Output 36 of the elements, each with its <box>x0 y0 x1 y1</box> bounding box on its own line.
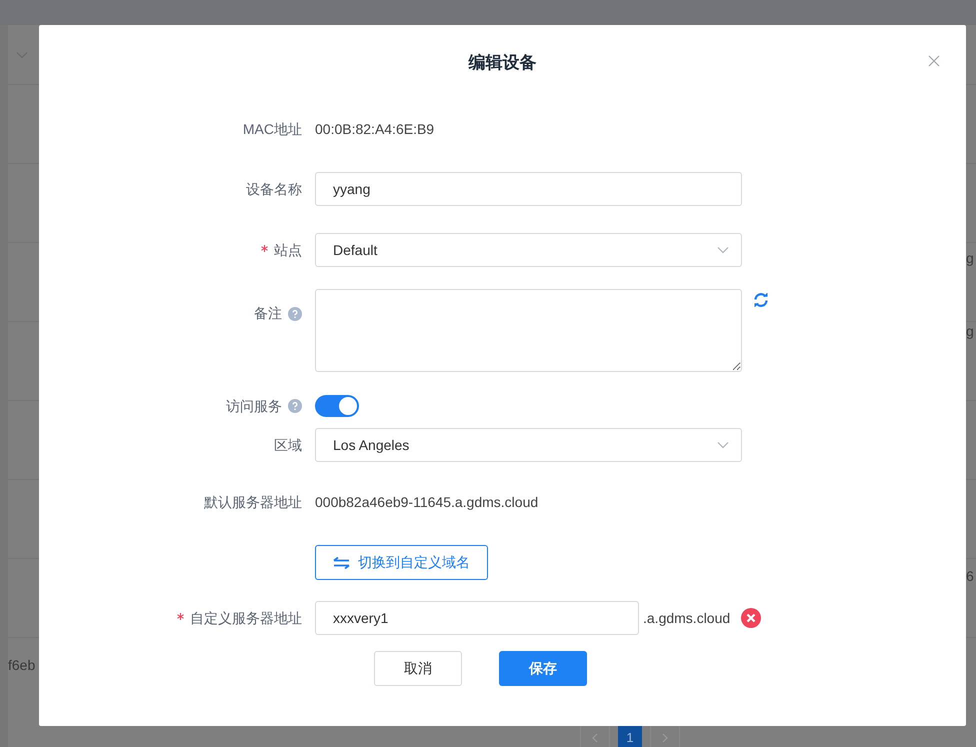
switch-domain-button[interactable]: 切换到自定义域名 <box>315 545 488 580</box>
swap-arrows-icon <box>333 556 350 568</box>
clear-icon[interactable] <box>741 608 762 628</box>
refresh-icon[interactable] <box>753 293 769 307</box>
page-button[interactable]: 1 <box>618 725 642 747</box>
toggle-switch[interactable] <box>315 395 359 417</box>
field-value: 000b82a46eb9-11645.a.gdms.cloud <box>315 492 538 512</box>
chevron-down-icon <box>717 246 729 254</box>
select-field[interactable]: Los Angeles <box>315 428 742 462</box>
table-cell-text: 6 <box>966 567 974 586</box>
select-field[interactable]: Default <box>315 233 742 267</box>
dialog-title: 编辑设备 <box>468 52 536 74</box>
field-value: 00:0B:82:A4:6E:B9 <box>315 120 434 138</box>
save-button[interactable]: 保存 <box>499 651 587 686</box>
domain-suffix: .a.gdms.cloud <box>643 608 730 628</box>
close-icon[interactable] <box>928 55 940 67</box>
next-page-button[interactable] <box>650 725 680 747</box>
text-field[interactable]: xxxvery1 <box>315 601 639 635</box>
field-label: 自定义服务器地址 <box>190 608 302 628</box>
field-label: 默认服务器地址 <box>204 492 302 512</box>
field-label: MAC地址 <box>242 120 302 138</box>
field-label: 站点 <box>274 240 302 260</box>
field-label: 备注 <box>254 304 282 323</box>
text-field[interactable]: yyang <box>315 172 742 206</box>
table-cell: f6eb <box>8 657 36 673</box>
chevron-down-icon <box>717 441 729 449</box>
table-cell-text: g <box>966 249 974 268</box>
field-label: 访问服务 <box>226 396 282 416</box>
field-label: 区域 <box>274 436 302 454</box>
chevron-left-icon <box>592 733 598 743</box>
notes-field[interactable] <box>315 289 742 372</box>
previous-page-button[interactable] <box>580 725 610 747</box>
field-label: 设备名称 <box>246 180 302 198</box>
cancel-button[interactable]: 取消 <box>374 651 462 686</box>
table-cell-text: g <box>966 322 974 341</box>
chevron-right-icon <box>662 733 668 743</box>
